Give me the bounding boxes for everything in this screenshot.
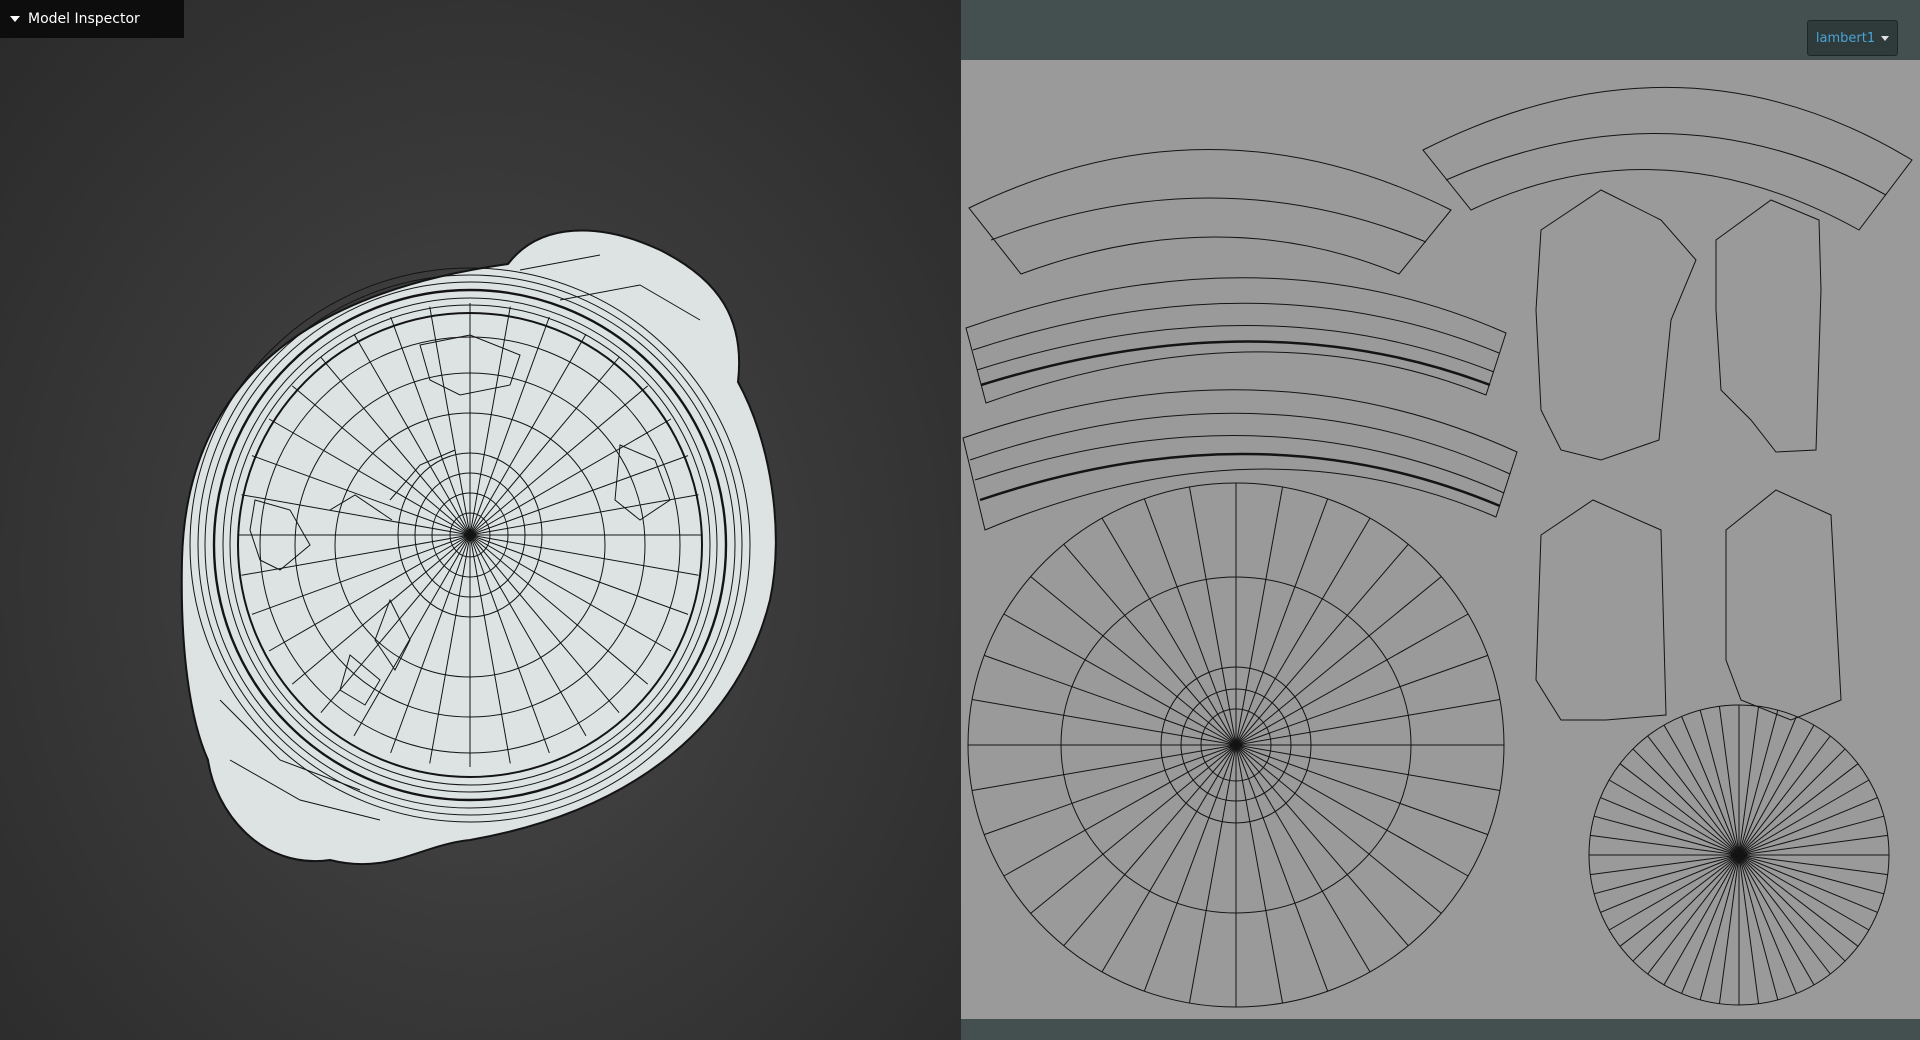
- wire-edge: [1235, 744, 1489, 836]
- material-label: lambert1: [1815, 30, 1876, 46]
- wire-edge: [1738, 716, 1797, 856]
- wire-edge: [1738, 854, 1870, 931]
- wire-edge: [1600, 797, 1740, 856]
- wire-edge: [1738, 724, 1815, 856]
- uv-shell-handle-2: [1715, 199, 1822, 453]
- wire-edge: [1600, 854, 1740, 913]
- wire-edge: [1738, 854, 1885, 895]
- wire-edge: [1738, 854, 1779, 1001]
- model-inspector-toggle[interactable]: Model Inspector: [0, 0, 184, 38]
- wire-edge: [1235, 744, 1442, 914]
- wire-edge: [1632, 854, 1740, 962]
- 3d-viewport[interactable]: [0, 0, 961, 1040]
- wire-edge: [1699, 709, 1740, 856]
- wire-edge: [1593, 854, 1740, 895]
- wire-edge: [1063, 543, 1237, 746]
- wire-edge: [1608, 779, 1740, 856]
- uv-shell-handle-4: [1725, 489, 1842, 721]
- wire-edge: [1593, 815, 1740, 856]
- chevron-down-icon: [1881, 35, 1890, 41]
- wire-edge: [1738, 748, 1846, 856]
- wire-edge: [1663, 854, 1740, 986]
- wire-edge: [1738, 797, 1878, 856]
- uv-shell-handle-1: [1535, 189, 1697, 461]
- wire-edge: [1030, 744, 1237, 914]
- wire-edge: [1738, 854, 1815, 986]
- wire-edge: [1738, 854, 1797, 994]
- wire-edge: [983, 744, 1237, 836]
- wire-edge: [1030, 576, 1237, 746]
- wire-edge: [1235, 744, 1329, 992]
- wire-edge: [1063, 744, 1237, 947]
- wire-edge: [983, 654, 1237, 746]
- wire-edge: [1699, 854, 1740, 1001]
- wire-edge: [1235, 744, 1409, 947]
- uv-shell-rim-band-2: [962, 389, 1518, 531]
- wire-edge: [1235, 576, 1442, 746]
- wire-edge: [1235, 543, 1409, 746]
- mesh-outline: [180, 229, 777, 866]
- wire-edge: [1235, 498, 1329, 746]
- wire-edge: [1608, 854, 1740, 931]
- wire-edge: [1681, 716, 1740, 856]
- wireframe-mesh-view[interactable]: [0, 0, 961, 1040]
- wire-edge: [1235, 654, 1489, 746]
- wire-edge: [1143, 498, 1237, 746]
- wire-edge: [1738, 779, 1870, 856]
- inspector-title: Model Inspector: [28, 11, 140, 27]
- uv-editor-panel: lambert1: [961, 0, 1920, 1040]
- wire-edge: [1738, 709, 1779, 856]
- wire-edge: [1143, 744, 1237, 992]
- uv-shell-rim-strip-1: [968, 149, 1452, 275]
- wire-edge: [1663, 724, 1740, 856]
- wire-edge: [1738, 815, 1885, 856]
- wire-edge: [1738, 854, 1878, 913]
- uv-layout[interactable]: [961, 60, 1920, 1019]
- wire-edge: [1681, 854, 1740, 994]
- uv-shell-handle-3: [1535, 499, 1667, 721]
- uv-shell-rim-strip-2: [1422, 87, 1913, 231]
- uv-canvas[interactable]: [961, 60, 1920, 1019]
- wire-edge: [1738, 854, 1846, 962]
- wire-edge: [1632, 748, 1740, 856]
- material-dropdown[interactable]: lambert1: [1807, 20, 1898, 56]
- caret-down-icon: [10, 16, 20, 22]
